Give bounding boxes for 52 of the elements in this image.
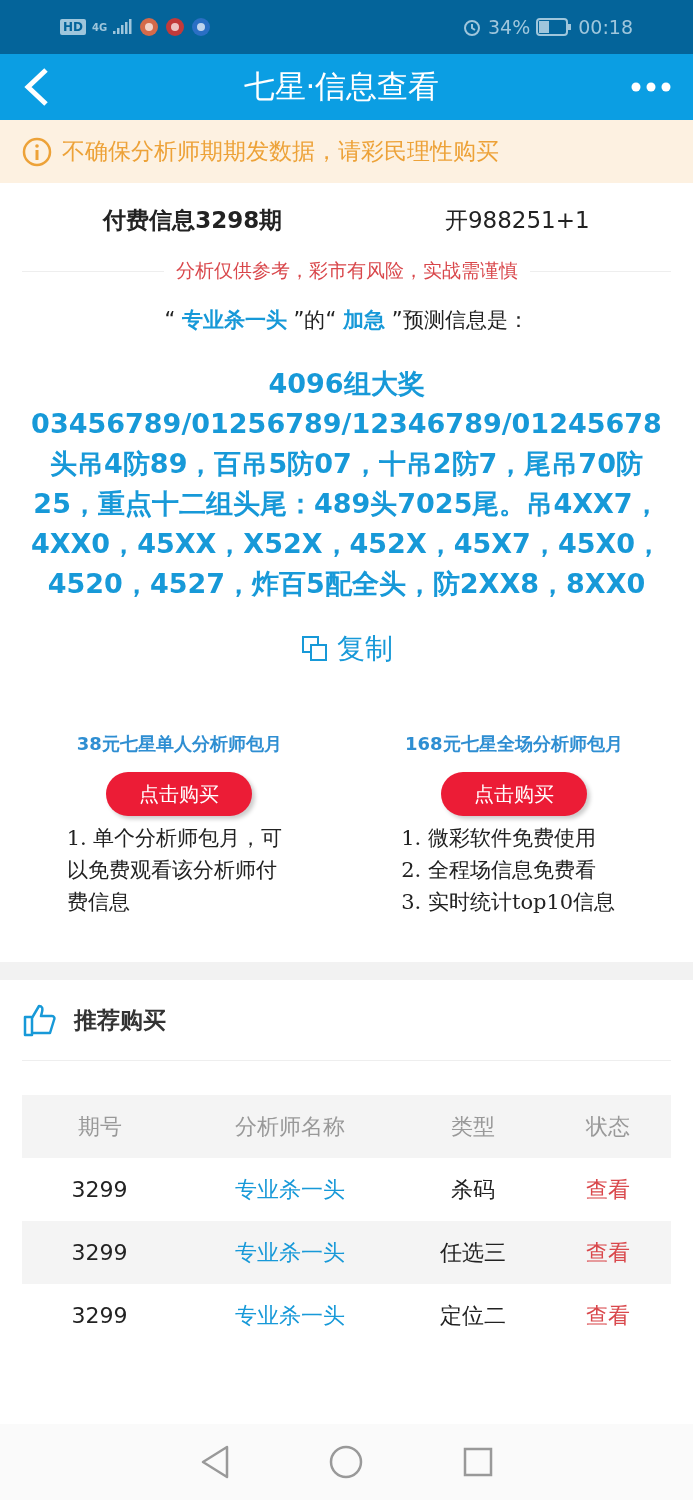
- info-icon: [22, 136, 52, 167]
- signal-icon: [113, 18, 134, 36]
- analyst-link[interactable]: 专业杀一头: [177, 1174, 403, 1205]
- column-header: 状态: [584, 1112, 631, 1141]
- type-cell-text: 杀码: [450, 1175, 497, 1204]
- section-title: 推荐购买: [74, 1005, 166, 1035]
- buy-button[interactable]: 点击购买: [106, 772, 253, 816]
- prediction-heading: “ 专业杀一头 ”的“ 加急 ”预测信息是：: [164, 307, 529, 334]
- offer-title: 168元七星全场分析师包月: [404, 732, 623, 756]
- app-notification-icon: [165, 17, 186, 37]
- view-link[interactable]: 查看: [544, 1300, 671, 1331]
- offer-benefit: 3. 实时统计top10信息: [401, 889, 617, 916]
- notice-text: 不确保分析师期期发数据，请彩民理性购买: [62, 137, 499, 166]
- offer-benefit: 2. 全程场信息免费看: [401, 857, 597, 884]
- draw-result: 开988251+1: [444, 206, 590, 235]
- thumbs-up-icon: [22, 1002, 58, 1038]
- column-header: 期号: [76, 1112, 123, 1141]
- prediction-text: 头吊4防89，百吊5防07，十吊2防7，尾吊70防25，重点十二组头尾：489头7025尾。吊4XX7，4XX0，45XX，X52X，452X，45X7，45X0，4520，4527，炸百5配全头，防2XX8，8XX0: [29, 447, 664, 601]
- home-nav-icon[interactable]: [329, 1445, 364, 1479]
- battery-percent: 34%: [488, 16, 531, 38]
- column-header: 分析师名称: [234, 1112, 347, 1141]
- recents-nav-icon[interactable]: [463, 1447, 494, 1477]
- issue-title: 付费信息3298期: [103, 206, 283, 235]
- risk-warning: 分析仅供参考，彩市有风险，实战需谨慎: [175, 258, 518, 283]
- issue-cell-text: 3299: [70, 1177, 129, 1202]
- offer-title: 38元七星单人分析师包月: [76, 732, 282, 756]
- offer-benefit: 1. 微彩软件免费使用: [401, 825, 597, 852]
- battery-icon: [536, 18, 573, 36]
- app-notification-icon: [139, 17, 160, 37]
- type-cell-text: 任选三: [439, 1238, 508, 1267]
- alarm-icon: [462, 17, 482, 37]
- more-icon[interactable]: [631, 82, 671, 92]
- issue-cell-text: 3299: [70, 1240, 129, 1265]
- offer-benefit: 1. 单个分析师包月，可以免费观看该分析师付费信息: [66, 825, 284, 916]
- hd-indicator: HD: [60, 19, 86, 35]
- buy-button[interactable]: 点击购买: [440, 772, 587, 816]
- issue-cell-text: 3299: [70, 1303, 129, 1328]
- back-nav-icon[interactable]: [199, 1445, 230, 1479]
- clock: 00:18: [578, 16, 633, 38]
- app-notification-icon: [191, 17, 212, 37]
- view-link[interactable]: 查看: [544, 1237, 671, 1268]
- view-link[interactable]: 查看: [544, 1174, 671, 1205]
- page-title: 七星·信息查看: [242, 67, 441, 106]
- analyst-link[interactable]: 专业杀一头: [177, 1237, 403, 1268]
- network-type: 4G: [92, 21, 108, 33]
- copy-button[interactable]: 复制: [300, 630, 393, 668]
- copy-icon: [300, 635, 329, 663]
- analyst-link[interactable]: 专业杀一头: [177, 1300, 403, 1331]
- type-cell-text: 定位二: [439, 1301, 508, 1330]
- prediction-text: 4096组大奖: [267, 367, 426, 401]
- prediction-text: 03456789/01256789/12346789/01245678: [30, 407, 663, 441]
- column-header: 类型: [450, 1112, 497, 1141]
